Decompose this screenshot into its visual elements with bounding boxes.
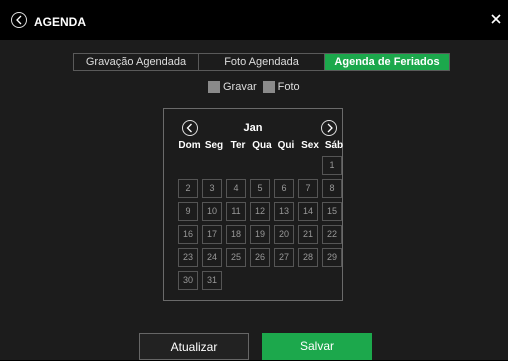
record-swatch[interactable] <box>208 81 220 93</box>
calendar: Jan Dom Seg Ter Qua Qui Sex Sáb 12345678… <box>163 108 343 301</box>
calendar-day[interactable]: 11 <box>226 202 246 221</box>
calendar-day[interactable]: 22 <box>322 225 342 244</box>
calendar-day[interactable]: 7 <box>298 179 318 198</box>
calendar-day[interactable]: 17 <box>202 225 222 244</box>
weekday-label: Dom <box>178 140 201 151</box>
calendar-day[interactable]: 20 <box>274 225 294 244</box>
calendar-day[interactable]: 30 <box>178 271 198 290</box>
close-button[interactable] <box>490 13 502 25</box>
weekday-label: Sáb <box>324 140 344 151</box>
weekday-label: Seg <box>204 140 224 151</box>
calendar-day[interactable]: 25 <box>226 248 246 267</box>
calendar-day[interactable]: 14 <box>298 202 318 221</box>
page-title: AGENDA <box>34 15 87 29</box>
chevron-right-icon <box>327 123 333 133</box>
close-icon <box>491 14 501 24</box>
calendar-day[interactable]: 13 <box>274 202 294 221</box>
calendar-day[interactable]: 9 <box>178 202 198 221</box>
calendar-day[interactable]: 3 <box>202 179 222 198</box>
calendar-day[interactable]: 19 <box>250 225 270 244</box>
calendar-day[interactable]: 16 <box>178 225 198 244</box>
weekday-label: Ter <box>230 140 246 151</box>
calendar-day[interactable]: 28 <box>298 248 318 267</box>
legend: Gravar Foto <box>208 81 306 93</box>
calendar-day[interactable]: 26 <box>250 248 270 267</box>
next-month-button[interactable] <box>321 120 337 136</box>
title-bar: AGENDA <box>0 0 508 40</box>
month-label: Jan <box>243 122 263 134</box>
weekday-label: Sex <box>301 140 319 151</box>
calendar-day[interactable]: 5 <box>250 179 270 198</box>
tab-scheduled-photo[interactable]: Foto Agendada <box>199 54 325 70</box>
calendar-day[interactable]: 10 <box>202 202 222 221</box>
calendar-day[interactable]: 4 <box>226 179 246 198</box>
tab-holiday-schedule[interactable]: Agenda de Feriados <box>325 54 449 70</box>
content-panel: Gravação Agendada Foto Agendada Agenda d… <box>0 40 508 360</box>
calendar-day[interactable]: 8 <box>322 179 342 198</box>
calendar-day[interactable]: 21 <box>298 225 318 244</box>
calendar-day[interactable]: 29 <box>322 248 342 267</box>
calendar-day[interactable]: 31 <box>202 271 222 290</box>
calendar-day[interactable]: 27 <box>274 248 294 267</box>
chevron-left-icon <box>16 15 22 25</box>
calendar-day[interactable]: 6 <box>274 179 294 198</box>
weekday-label: Qua <box>252 140 272 151</box>
tab-bar: Gravação Agendada Foto Agendada Agenda d… <box>73 53 450 71</box>
photo-swatch[interactable] <box>262 81 275 93</box>
tab-scheduled-recording[interactable]: Gravação Agendada <box>74 54 199 70</box>
calendar-day[interactable]: 18 <box>226 225 246 244</box>
save-button[interactable]: Salvar <box>262 333 372 360</box>
update-button[interactable]: Atualizar <box>139 333 249 360</box>
calendar-day[interactable]: 12 <box>250 202 270 221</box>
calendar-day[interactable]: 23 <box>178 248 198 267</box>
calendar-day[interactable]: 15 <box>322 202 342 221</box>
record-label: Gravar <box>223 81 257 93</box>
weekday-label: Qui <box>277 140 295 151</box>
calendar-day[interactable]: 2 <box>178 179 198 198</box>
calendar-day[interactable]: 24 <box>202 248 222 267</box>
weekday-header: Dom Seg Ter Qua Qui Sex Sáb <box>177 140 346 151</box>
back-button[interactable] <box>11 12 27 28</box>
photo-label: Foto <box>277 81 300 93</box>
calendar-day[interactable]: 1 <box>322 156 342 175</box>
